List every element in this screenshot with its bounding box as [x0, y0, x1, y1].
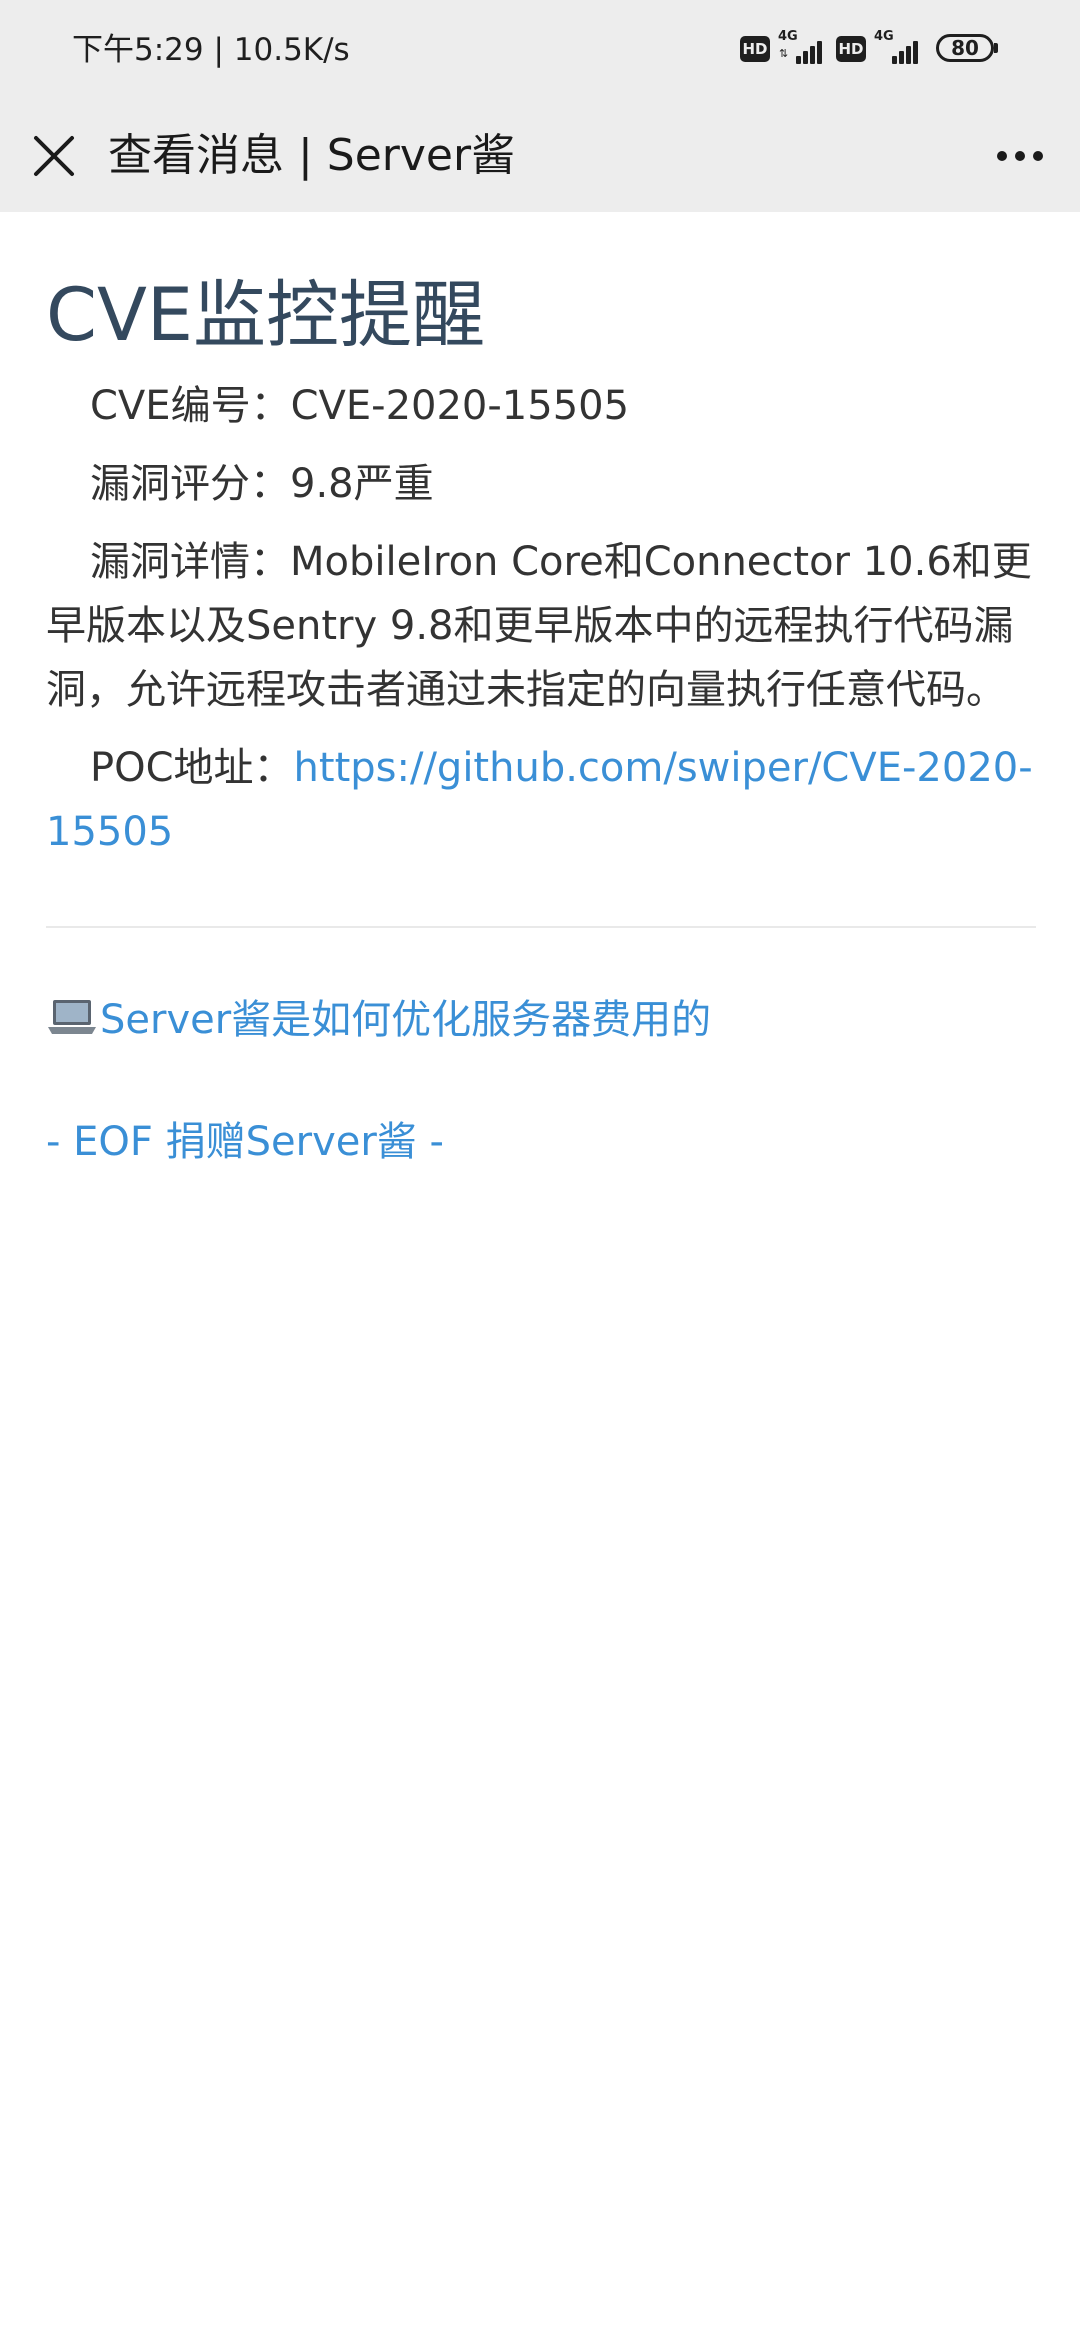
signal-icon-2: 4G	[874, 30, 924, 68]
poc-label: POC地址：	[90, 745, 294, 791]
status-icons: HD 4G ⇅ HD 4G 80	[740, 28, 1040, 72]
close-icon	[34, 136, 74, 176]
signal-icon: 4G ⇅	[778, 30, 828, 68]
poc-paragraph: POC地址：https://github.com/swiper/CVE-2020…	[46, 736, 1036, 864]
details-text: 漏洞详情：MobileIron Core和Connector 10.6和更早版本…	[46, 539, 1032, 713]
nav-bar: 查看消息 | Server酱	[0, 100, 1080, 212]
promo-link[interactable]: Server酱是如何优化服务器费用的	[46, 988, 1036, 1052]
eof-donate-link[interactable]: - EOF 捐赠Server酱 -	[46, 1110, 1036, 1174]
network-type-label-2: 4G	[874, 29, 894, 44]
battery-icon: 80	[936, 34, 994, 62]
more-button[interactable]	[980, 122, 1060, 190]
cve-id-text: CVE编号：CVE-2020-15505	[90, 383, 630, 429]
score-text: 漏洞评分：9.8严重	[90, 461, 434, 507]
hd-icon-2: HD	[836, 36, 866, 62]
status-bar: 下午5:29 | 10.5K/s HD 4G ⇅ HD 4G 80	[0, 0, 1080, 100]
page: 下午5:29 | 10.5K/s HD 4G ⇅ HD 4G 80 查看消息 |…	[0, 0, 1080, 2340]
status-time-speed: 下午5:29 | 10.5K/s	[72, 32, 350, 68]
close-button[interactable]	[20, 122, 88, 190]
more-dots-icon	[997, 151, 1043, 161]
data-arrows-icon: ⇅	[779, 47, 789, 60]
network-type-label: 4G	[778, 29, 798, 44]
article-content: CVE监控提醒 CVE编号：CVE-2020-15505 漏洞评分：9.8严重 …	[46, 212, 1036, 1174]
divider	[46, 926, 1036, 928]
article-title: CVE监控提醒	[46, 273, 486, 358]
laptop-icon	[46, 992, 98, 1034]
promo-link-text: Server酱是如何优化服务器费用的	[100, 997, 712, 1043]
nav-title: 查看消息 | Server酱	[108, 130, 516, 181]
battery-tip	[994, 43, 998, 53]
hd-icon: HD	[740, 36, 770, 62]
